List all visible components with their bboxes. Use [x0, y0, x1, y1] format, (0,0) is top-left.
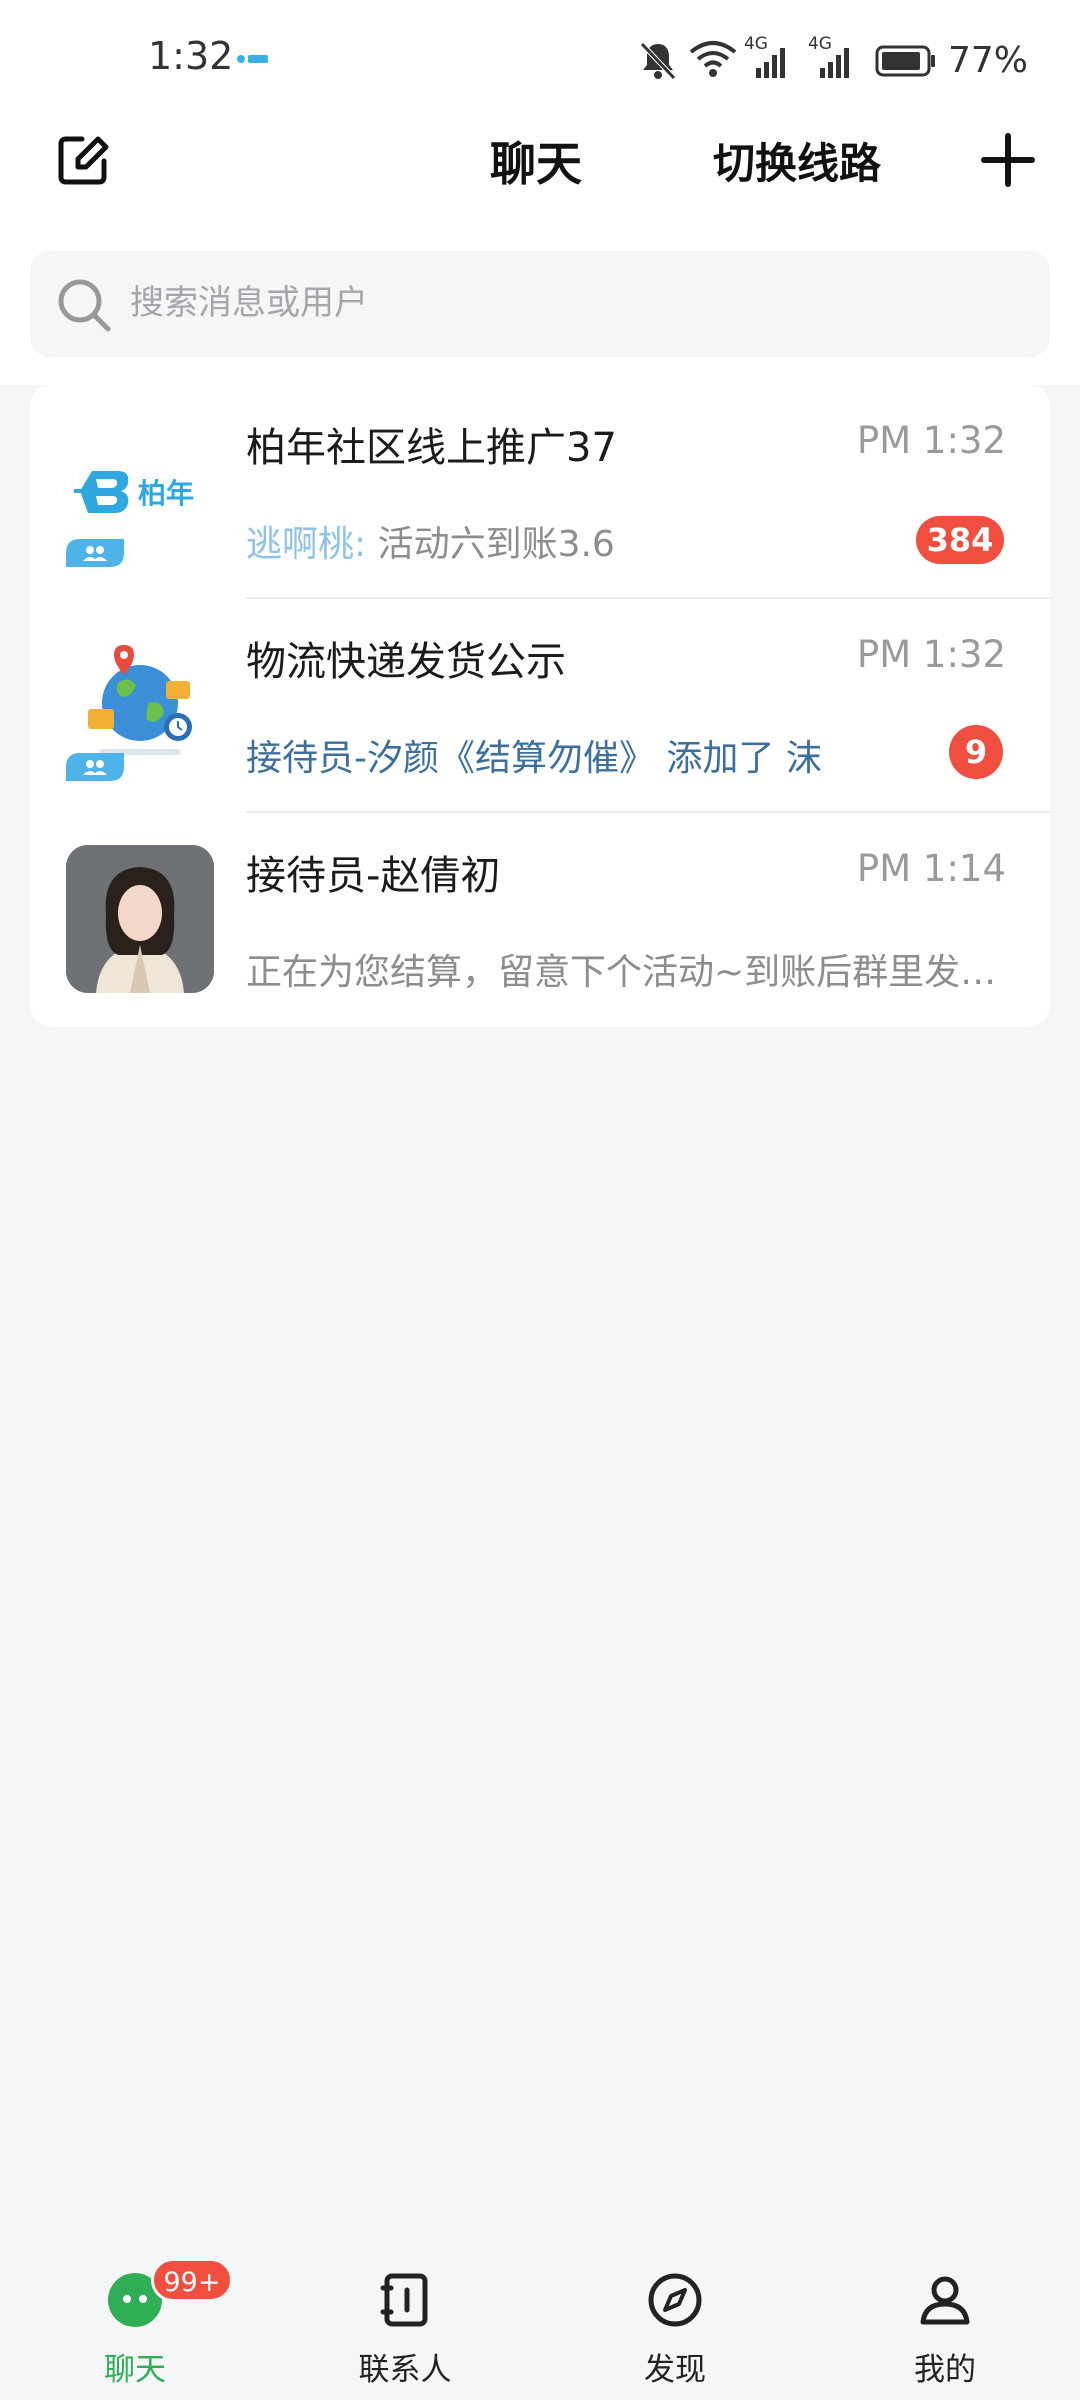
signal-4g-icon: 4G [808, 34, 862, 82]
signal-4g-icon: 4G [744, 34, 798, 82]
chat-name: 物流快递发货公示 [246, 639, 566, 685]
nav-item-me[interactable]: 我的 [845, 2240, 1045, 2400]
chat-name: 柏年社区线上推广37 [246, 425, 617, 471]
user-icon [920, 2276, 970, 2325]
compass-icon [648, 2273, 702, 2327]
nav-item-chat[interactable]: 99+ 聊天 [35, 2240, 235, 2400]
search-icon [58, 279, 111, 332]
nav-label: 我的 [914, 2352, 976, 2388]
nav-label: 聊天 [104, 2352, 166, 2388]
chat-preview: 逃啊桃: 活动六到账3.6 [246, 515, 1006, 567]
chat-time: PM 1:32 [856, 633, 1006, 676]
contacts-book-icon [380, 2273, 428, 2327]
search-bar[interactable] [30, 251, 1050, 357]
chat-time: PM 1:32 [856, 419, 1006, 462]
plus-icon[interactable] [980, 132, 1036, 188]
chat-list-item[interactable]: 柏年 柏年社区线上推广37 PM 1:32 逃啊桃: 活动六到账3.6 384 [30, 385, 1050, 599]
status-icons: 4G 4G 77% [636, 30, 1028, 90]
chat-list-item[interactable]: 物流快递发货公示 PM 1:32 接待员-汐颜《结算勿催》 添加了 沫 9 [30, 599, 1050, 813]
status-bar: 1:32 4G 4G 77% [0, 0, 1080, 120]
chat-time: PM 1:14 [856, 847, 1006, 890]
app-notification-icon [237, 55, 268, 63]
preview-text: 接待员-汐颜《结算勿催》 添加了 沫 [246, 738, 822, 779]
chat-preview: 正在为您结算，留意下个活动~到账后群里发红包 [246, 943, 1006, 995]
page-title: 聊天 [490, 137, 582, 191]
status-time: 1:32 [148, 34, 234, 78]
chat-list: 柏年 柏年社区线上推广37 PM 1:32 逃啊桃: 活动六到账3.6 384 [30, 385, 1050, 1027]
group-icon [66, 539, 124, 567]
header: 聊天 切换线路 [0, 120, 1080, 240]
nav-item-contacts[interactable]: 联系人 [305, 2240, 505, 2400]
person-photo-icon [66, 845, 214, 993]
unread-badge: 384 [916, 516, 1004, 564]
nav-label: 联系人 [358, 2352, 452, 2388]
nav-label: 发现 [644, 2352, 706, 2388]
battery-icon [875, 45, 935, 77]
preview-sender: 逃啊桃: [246, 524, 367, 565]
battery-percent: 77% [947, 39, 1028, 81]
nav-item-discover[interactable]: 发现 [575, 2240, 775, 2400]
chat-name: 接待员-赵倩初 [246, 853, 501, 899]
switch-route-button[interactable]: 切换线路 [713, 130, 881, 191]
chat-list-item[interactable]: 接待员-赵倩初 PM 1:14 正在为您结算，留意下个活动~到账后群里发红包 [30, 813, 1050, 1027]
unread-badge: 9 [949, 725, 1003, 779]
bell-muted-icon [640, 42, 676, 80]
wifi-icon [689, 41, 737, 77]
avatar [66, 845, 214, 993]
top-area: 1:32 4G 4G 77% 聊天 切换线路 搜索消息或用户 [0, 0, 1080, 385]
nav-badge: 99+ [151, 2258, 233, 2302]
group-icon [66, 753, 124, 781]
chat-preview: 接待员-汐颜《结算勿催》 添加了 沫 [246, 729, 906, 781]
bottom-nav: 99+ 聊天 联系人 发现 我的 [0, 2240, 1080, 2400]
preview-text: 活动六到账3.6 [366, 524, 615, 565]
search-input[interactable] [130, 271, 1010, 335]
svg-text:柏年: 柏年 [138, 477, 194, 510]
preview-text: 正在为您结算，留意下个活动~到账后群里发红包 [246, 952, 1006, 993]
edit-icon[interactable] [56, 133, 110, 187]
